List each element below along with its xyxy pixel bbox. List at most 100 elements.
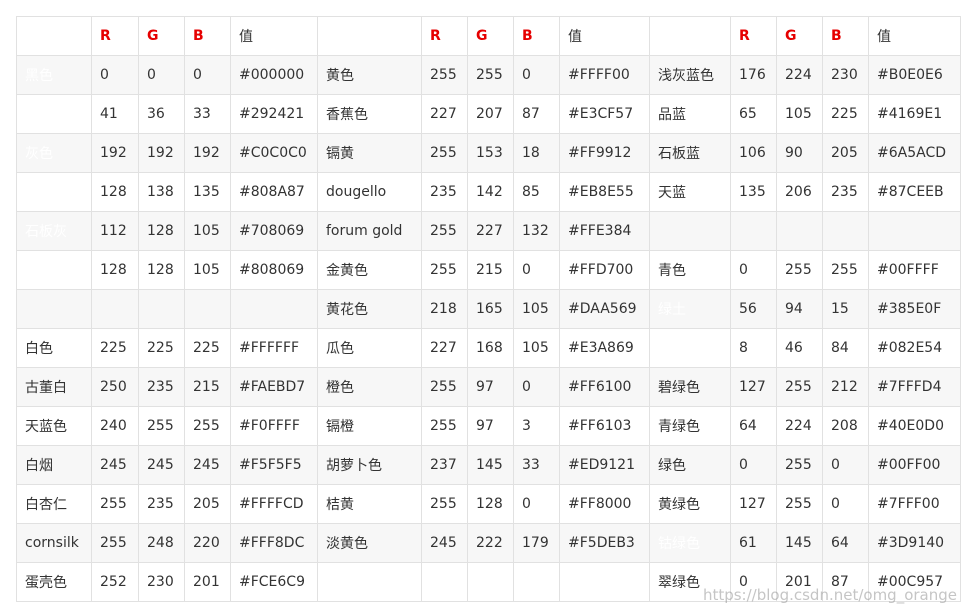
table-row: 古董白 250 235 215 #FAEBD7 橙色 255 97 0 #FF6100 碧绿色 127…	[16, 367, 961, 407]
hex-value-cell: #708069	[230, 211, 318, 251]
color-name-cell: 白杏仁	[16, 484, 92, 524]
blue-value-cell: 0	[513, 250, 560, 290]
green-value-cell	[776, 211, 823, 251]
hex-value-cell: #E3CF57	[559, 94, 650, 134]
blue-value-cell: 230	[822, 55, 869, 95]
green-value-cell: 248	[138, 523, 185, 563]
blue-value-cell: 205	[184, 484, 231, 524]
blue-value-cell: 192	[184, 133, 231, 173]
blue-value-cell: 225	[822, 94, 869, 134]
red-value-cell: 255	[421, 211, 468, 251]
green-value-cell: 97	[467, 406, 514, 446]
hex-value-cell: #FFFFFF	[230, 328, 318, 368]
table-row: 石板灰 112 128 105 #708069 forum gold 255 227 132 #F…	[16, 211, 961, 251]
green-value-cell: 215	[467, 250, 514, 290]
hex-value-cell: #FCE6C9	[230, 562, 318, 602]
green-value-cell: 255	[776, 445, 823, 485]
red-value-cell: 255	[421, 484, 468, 524]
hex-value-cell: #ED9121	[559, 445, 650, 485]
green-value-cell: 90	[776, 133, 823, 173]
blue-value-cell: 87	[822, 562, 869, 602]
red-value-cell: 250	[91, 367, 139, 407]
table-row: 白色 225 225 225 #FFFFFF 瓜色 227 168 105 #E3A869 靛青 8 4…	[16, 328, 961, 368]
blue-value-cell: 0	[822, 445, 869, 485]
header-name	[16, 16, 92, 56]
blue-value-cell: 15	[822, 289, 869, 329]
green-value-cell: 245	[138, 445, 185, 485]
color-name-cell: 淡黄色	[317, 523, 422, 563]
header-value: 值	[868, 16, 961, 56]
hex-value-cell: #00FFFF	[868, 250, 961, 290]
green-value-cell: 225	[138, 328, 185, 368]
hex-value-cell: #6A5ACD	[868, 133, 961, 173]
hex-value-cell	[559, 562, 650, 602]
color-name-cell: 青色	[649, 250, 731, 290]
blue-value-cell: 105	[513, 328, 560, 368]
blue-value-cell: 3	[513, 406, 560, 446]
color-name-cell: 白烟	[16, 445, 92, 485]
blue-value-cell: 105	[184, 211, 231, 251]
red-value-cell: 245	[91, 445, 139, 485]
red-value-cell: 64	[730, 406, 777, 446]
green-value-cell: 255	[776, 367, 823, 407]
color-name-cell: 古董白	[16, 367, 92, 407]
red-value-cell: 255	[421, 367, 468, 407]
color-name-cell: 瓜色	[317, 328, 422, 368]
color-name-cell: 暖灰色	[16, 250, 92, 290]
blue-value-cell	[184, 289, 231, 329]
color-name-cell	[649, 211, 731, 251]
blue-value-cell: 85	[513, 172, 560, 212]
hex-value-cell: #F5F5F5	[230, 445, 318, 485]
green-value-cell: 168	[467, 328, 514, 368]
red-value-cell: 245	[421, 523, 468, 563]
hex-value-cell: #FF6103	[559, 406, 650, 446]
green-value-cell: 128	[138, 250, 185, 290]
hex-value-cell: #40E0D0	[868, 406, 961, 446]
blue-value-cell: 135	[184, 172, 231, 212]
hex-value-cell: #3D9140	[868, 523, 961, 563]
table-row: 白杏仁 255 235 205 #FFFFCD 桔黄 255 128 0 #FF8000 黄绿色 12…	[16, 484, 961, 524]
color-name-cell: 黄色	[317, 55, 422, 95]
blue-value-cell: 105	[184, 250, 231, 290]
color-name-cell: 黑色	[16, 55, 92, 95]
blue-value-cell: 255	[822, 250, 869, 290]
green-value-cell: 0	[138, 55, 185, 95]
color-name-cell: 黄绿色	[649, 484, 731, 524]
color-name-cell: 绿色	[649, 445, 731, 485]
hex-value-cell: #E3A869	[559, 328, 650, 368]
blue-value-cell: 132	[513, 211, 560, 251]
green-value-cell	[138, 289, 185, 329]
blue-value-cell: 208	[822, 406, 869, 446]
header-g: G	[138, 16, 185, 56]
header-row: RGB值RGB值RGB值	[16, 16, 961, 56]
red-value-cell: 65	[730, 94, 777, 134]
color-name-cell: 黄花色	[317, 289, 422, 329]
hex-value-cell: #00FF00	[868, 445, 961, 485]
blue-value-cell: 212	[822, 367, 869, 407]
blue-value-cell: 220	[184, 523, 231, 563]
hex-value-cell: #FFE384	[559, 211, 650, 251]
header-value: 值	[559, 16, 650, 56]
hex-value-cell: #292421	[230, 94, 318, 134]
blue-value-cell	[513, 562, 560, 602]
color-name-cell: cornsilk	[16, 523, 92, 563]
table-row: 黑色 0 0 0 #000000 黄色 255 255 0 #FFFF00 浅灰蓝色 176 224 23…	[16, 55, 961, 95]
green-value-cell: 255	[138, 406, 185, 446]
hex-value-cell: #FFD700	[559, 250, 650, 290]
green-value-cell: 153	[467, 133, 514, 173]
hex-value-cell: #FFFF00	[559, 55, 650, 95]
color-name-cell: 浅灰蓝色	[649, 55, 731, 95]
green-value-cell: 222	[467, 523, 514, 563]
green-value-cell: 206	[776, 172, 823, 212]
red-value-cell: 8	[730, 328, 777, 368]
red-value-cell: 192	[91, 133, 139, 173]
hex-value-cell: #FF9912	[559, 133, 650, 173]
green-value-cell: 201	[776, 562, 823, 602]
red-value-cell: 0	[730, 250, 777, 290]
header-g: G	[776, 16, 823, 56]
red-value-cell: 255	[91, 523, 139, 563]
table-body: 黑色 0 0 0 #000000 黄色 255 255 0 #FFFF00 浅灰蓝色 176 224 23…	[16, 55, 961, 602]
table-row: 蛋壳色 252 230 201 #FCE6C9 翠绿色 0 201 87 #00C957	[16, 562, 961, 602]
color-name-cell: 石板蓝	[649, 133, 731, 173]
red-value-cell: 127	[730, 367, 777, 407]
